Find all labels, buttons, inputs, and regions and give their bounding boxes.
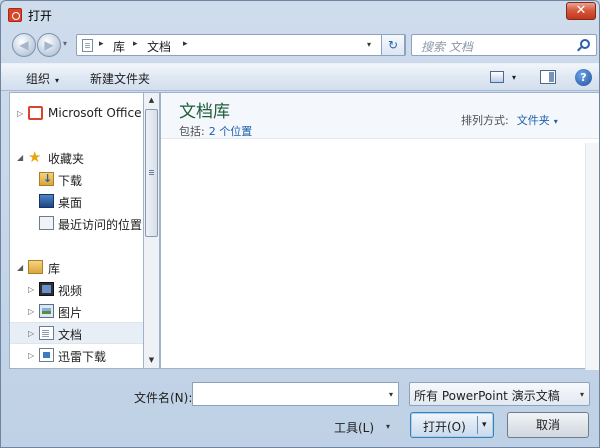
library-title: 文档库	[179, 102, 230, 122]
thunder-download-icon	[39, 348, 54, 362]
library-includes: 包括: 2 个位置	[179, 123, 252, 139]
collapse-arrow-icon[interactable]: ◢	[17, 153, 23, 162]
includes-locations-link[interactable]: 2 个位置	[209, 125, 253, 138]
sidebar-item-downloads[interactable]: 下载	[10, 169, 144, 191]
sidebar-item-documents[interactable]: ▷ 文档	[10, 322, 144, 344]
file-type-select[interactable]: 所有 PowerPoint 演示文稿 ▾	[409, 382, 590, 406]
breadcrumb-separator-icon[interactable]: ▸	[133, 39, 138, 49]
search-placeholder: 搜索 文档	[421, 40, 473, 54]
sidebar-item-microsoft-office[interactable]: ▷ Microsoft Office	[10, 103, 144, 125]
window-title: 打开	[28, 9, 53, 23]
file-list-scrollbar[interactable]	[585, 143, 599, 370]
expand-arrow-icon[interactable]: ▷	[17, 109, 23, 118]
recent-locations-dropdown-icon[interactable]: ▾	[63, 39, 67, 48]
sidebar-item-label: 桌面	[58, 196, 83, 210]
sidebar-item-label: Microsoft Office	[48, 106, 142, 120]
refresh-button[interactable]: ↻	[381, 34, 405, 56]
sidebar-item-thunder-downloads[interactable]: ▷ 迅雷下载	[10, 345, 144, 367]
breadcrumb-documents[interactable]: 文档	[147, 38, 171, 55]
filename-input[interactable]: ▾	[192, 382, 399, 406]
powerpoint-app-icon	[8, 8, 22, 22]
organize-menu[interactable]: 组织 ▾	[26, 70, 59, 87]
downloads-icon	[39, 172, 54, 186]
breadcrumb-separator-icon[interactable]: ▸	[183, 39, 188, 49]
forward-arrow-icon[interactable]: ▶	[37, 33, 61, 57]
help-icon[interactable]: ?	[575, 69, 592, 86]
filename-dropdown-icon[interactable]: ▾	[389, 390, 393, 399]
expand-arrow-icon[interactable]: ▷	[28, 351, 34, 360]
preview-pane-icon[interactable]	[540, 70, 556, 84]
filename-label: 文件名(N):	[134, 391, 193, 405]
expand-arrow-icon[interactable]: ▷	[28, 285, 34, 294]
sidebar-item-label: 迅雷下载	[58, 350, 107, 364]
breadcrumb-library[interactable]: 库	[113, 38, 125, 55]
tools-chevron-icon[interactable]: ▾	[386, 422, 390, 431]
file-type-value: 所有 PowerPoint 演示文稿	[414, 389, 560, 403]
sidebar-item-label: 视频	[58, 284, 83, 298]
chevron-down-icon[interactable]: ▾	[554, 117, 558, 126]
office-icon	[28, 106, 43, 120]
library-location-icon	[82, 39, 93, 52]
recent-places-icon	[39, 216, 54, 230]
arrange-by: 排列方式: 文件夹 ▾	[461, 112, 558, 128]
sidebar-item-label: 库	[48, 262, 61, 276]
sidebar-item-pictures[interactable]: ▷ 图片	[10, 301, 144, 323]
open-button-label: 打开(O)	[423, 420, 466, 434]
arrange-label: 排列方式:	[461, 114, 509, 127]
split-divider	[477, 416, 478, 434]
close-button[interactable]: ✕	[566, 2, 596, 20]
navigation-pane: ▷ Microsoft Office ◢ ★ 收藏夹 下载 桌面 最近访问的位置…	[9, 92, 159, 369]
collapse-arrow-icon[interactable]: ◢	[17, 263, 23, 272]
sidebar-item-favorites[interactable]: ◢ ★ 收藏夹	[10, 147, 144, 169]
favorites-star-icon: ★	[28, 148, 42, 166]
navigation-bar: ◀ ▶ ▾ ▸ 库 ▸ 文档 ▸ ▾ ↻ 搜索 文档	[1, 31, 599, 59]
search-icon[interactable]	[580, 39, 590, 49]
sidebar-item-label: 最近访问的位置	[58, 218, 143, 232]
new-folder-button[interactable]: 新建文件夹	[90, 70, 150, 87]
back-arrow-icon[interactable]: ◀	[12, 33, 36, 57]
expand-arrow-icon[interactable]: ▷	[28, 307, 34, 316]
file-list-area[interactable]: 文档库 包括: 2 个位置 排列方式: 文件夹 ▾	[160, 92, 599, 370]
sidebar-item-desktop[interactable]: 桌面	[10, 191, 144, 213]
documents-icon	[39, 326, 54, 340]
title-bar: 打开 ✕	[1, 1, 599, 29]
chevron-down-icon: ▾	[55, 76, 60, 85]
sidebar-item-label: 收藏夹	[48, 152, 85, 166]
expand-arrow-icon[interactable]: ▷	[28, 329, 34, 338]
scroll-down-arrow-icon[interactable]: ▼	[144, 353, 159, 368]
sidebar-item-recent-places[interactable]: 最近访问的位置	[10, 213, 144, 235]
sidebar-item-videos[interactable]: ▷ 视频	[10, 279, 144, 301]
open-options-chevron-icon[interactable]: ▾	[482, 420, 487, 430]
sidebar-item-label: 文档	[58, 328, 83, 342]
includes-label: 包括:	[179, 125, 205, 138]
cancel-button[interactable]: 取消	[507, 412, 589, 438]
address-bar[interactable]: ▸ 库 ▸ 文档 ▸ ▾	[76, 34, 406, 56]
open-button[interactable]: 打开(O) ▾	[410, 412, 494, 438]
address-dropdown-icon[interactable]: ▾	[367, 40, 371, 49]
navigation-pane-scrollbar[interactable]: ▲ ▼	[143, 92, 160, 369]
scroll-up-arrow-icon[interactable]: ▲	[144, 93, 159, 108]
breadcrumb-separator-icon[interactable]: ▸	[99, 39, 104, 49]
search-box[interactable]: 搜索 文档	[411, 34, 597, 56]
tools-menu[interactable]: 工具(L)	[334, 419, 374, 436]
command-toolbar: 组织 ▾ 新建文件夹 ▾ ?	[1, 63, 599, 91]
chevron-down-icon: ▾	[579, 390, 584, 399]
pictures-icon	[39, 304, 54, 318]
library-icon	[28, 260, 43, 274]
library-header: 文档库 包括: 2 个位置 排列方式: 文件夹 ▾	[161, 93, 599, 139]
grip-icon	[149, 170, 154, 171]
videos-icon	[39, 282, 54, 296]
open-file-dialog: 打开 ✕ ◀ ▶ ▾ ▸ 库 ▸ 文档 ▸ ▾ ↻ 搜索 文档 组织 ▾ 新建文件…	[0, 0, 600, 448]
scrollbar-thumb[interactable]	[145, 109, 158, 237]
sidebar-item-label: 下载	[58, 174, 83, 188]
change-view-icon[interactable]	[490, 71, 504, 83]
arrange-by-dropdown[interactable]: 文件夹	[517, 114, 550, 127]
sidebar-item-label: 图片	[58, 306, 83, 320]
organize-label: 组织	[26, 72, 51, 86]
desktop-icon	[39, 194, 54, 208]
sidebar-item-libraries[interactable]: ◢ 库	[10, 257, 144, 279]
view-options-chevron-icon[interactable]: ▾	[512, 73, 516, 82]
